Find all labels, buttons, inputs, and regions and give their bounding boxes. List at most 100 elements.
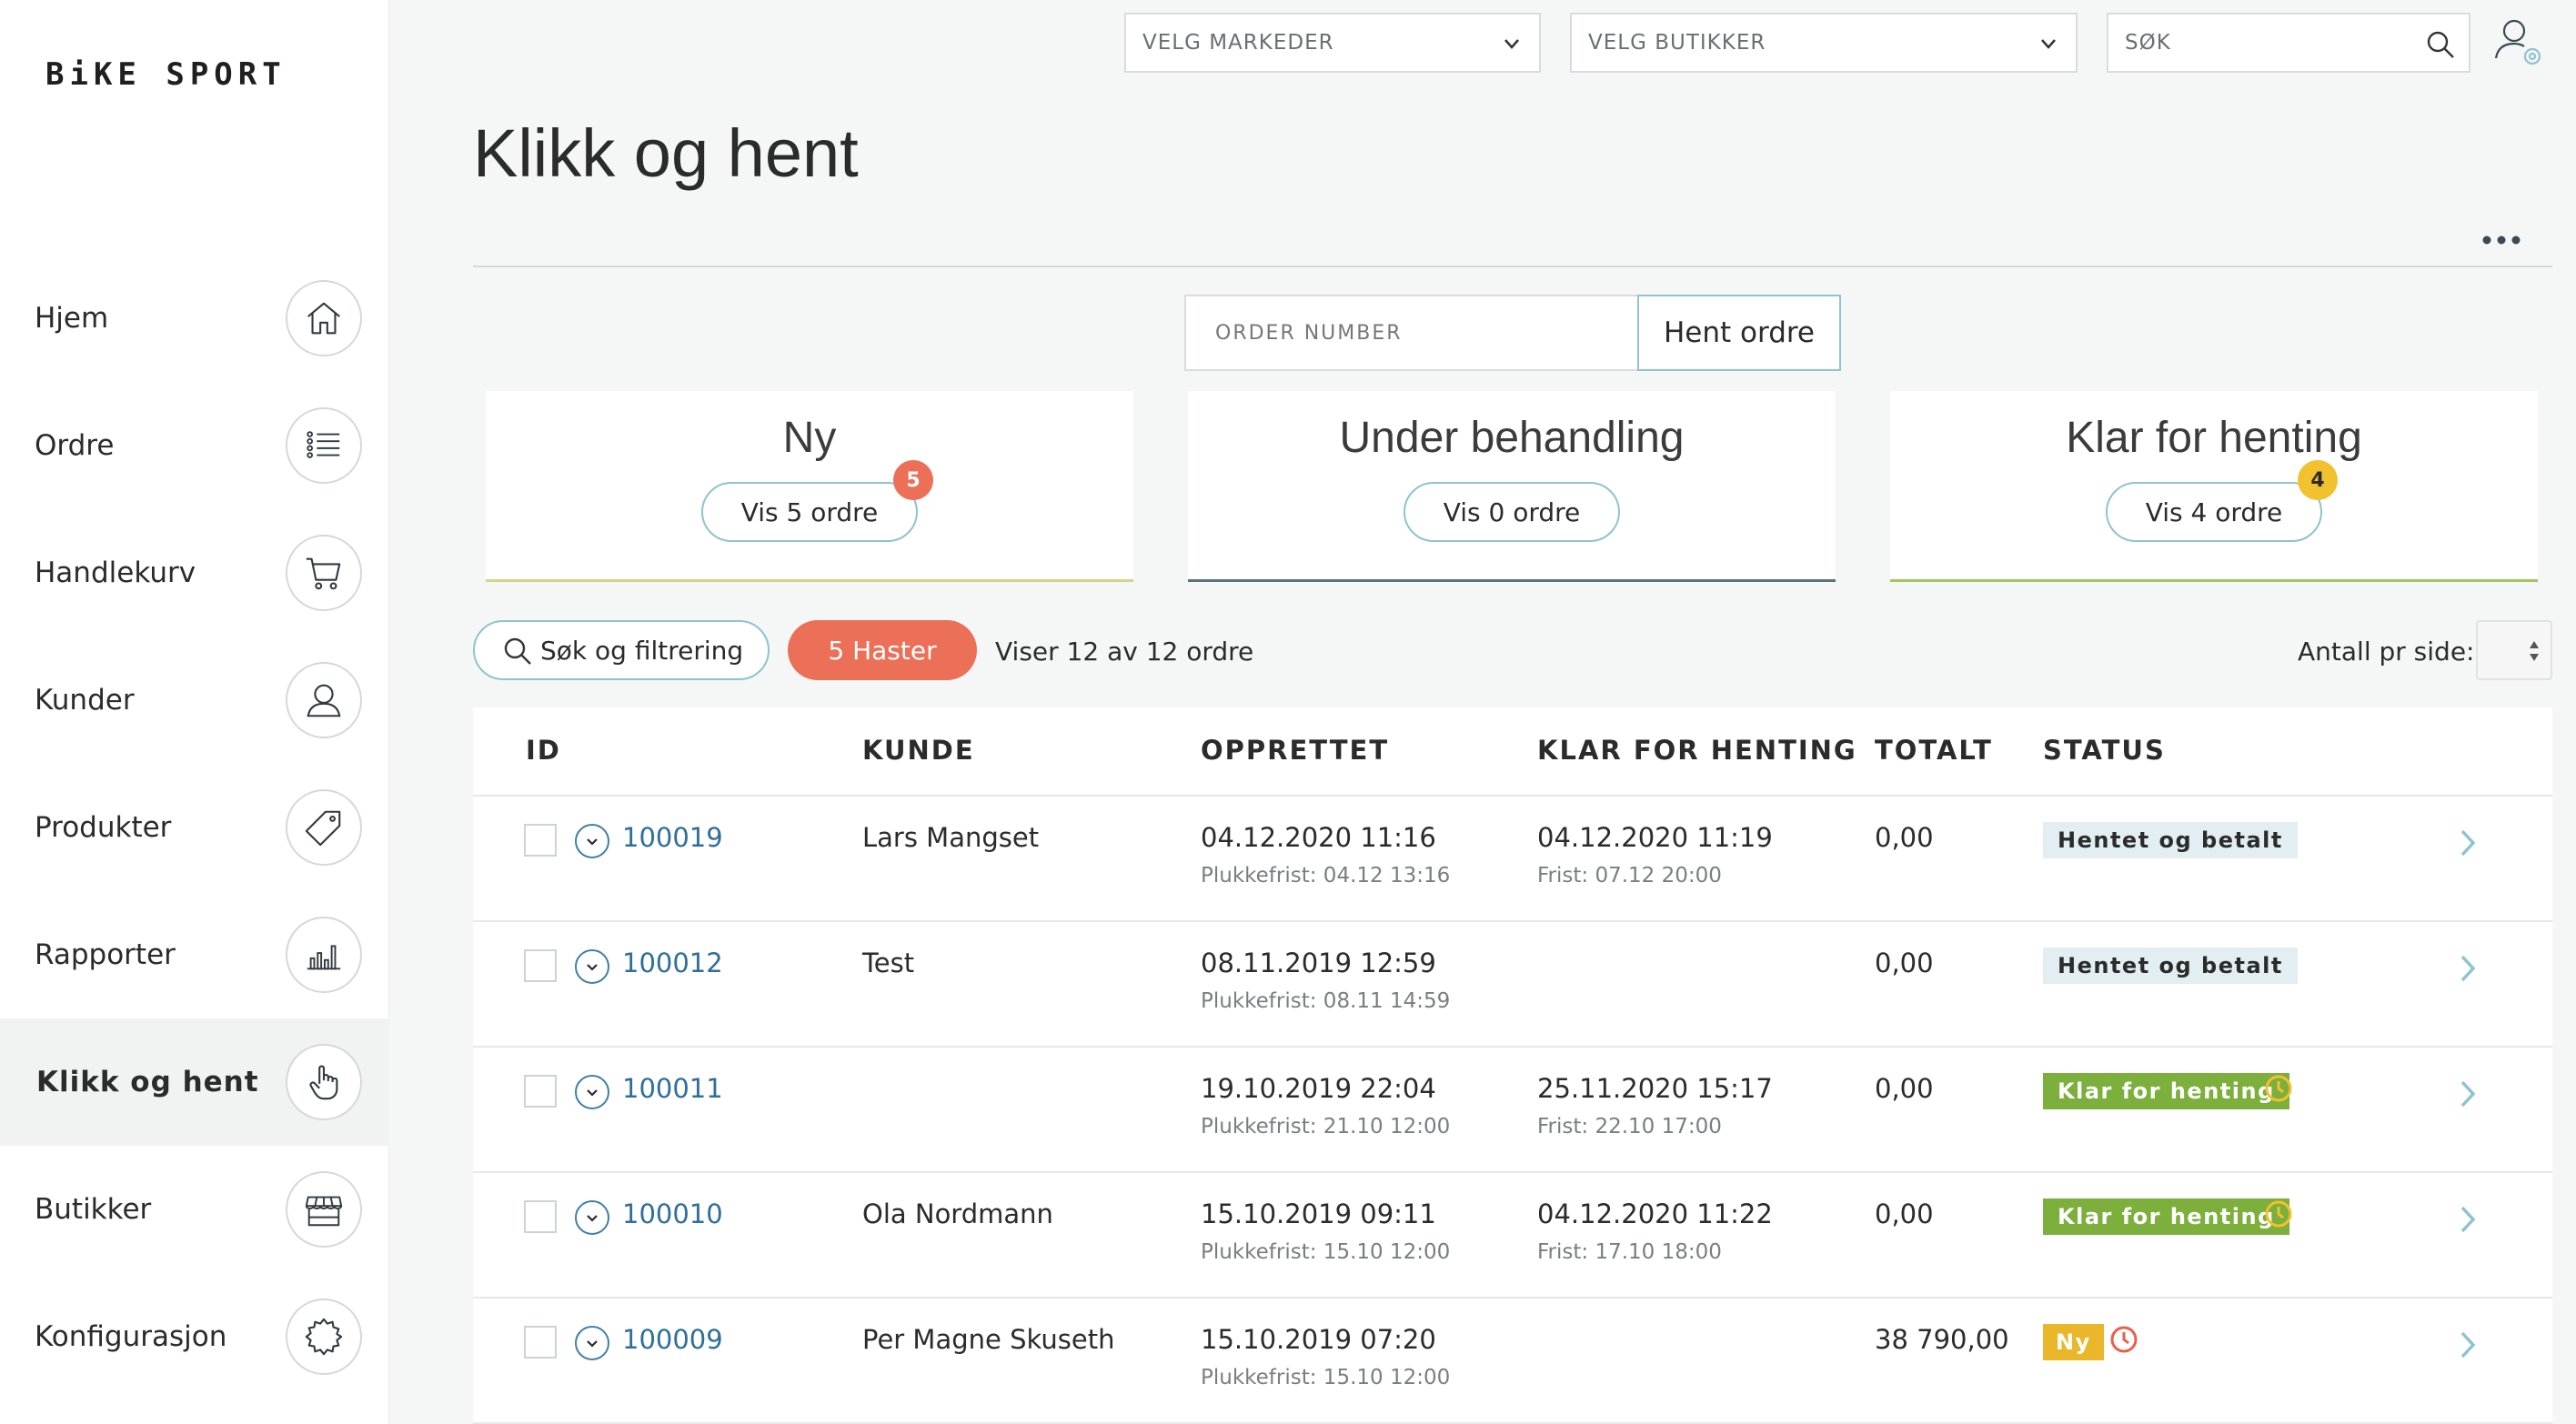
per-page-label: Antall pr side: [2298, 637, 2475, 667]
pick-deadline: Plukkefrist: 15.10 12:00 [1201, 1240, 1451, 1264]
search-input[interactable]: SØK [2107, 13, 2470, 73]
column-header-opprettet[interactable]: OPPRETTET [1201, 735, 1389, 766]
card-underline [1890, 579, 2538, 582]
clock-icon [2110, 1326, 2138, 1353]
table-row[interactable]: 100009 Per Magne Skuseth 15.10.2019 07:2… [473, 1299, 2552, 1424]
sidebar-item-hjem[interactable]: Hjem [0, 255, 389, 382]
sidebar-item-label: Handlekurv [35, 557, 196, 589]
brand-logo[interactable]: BiKE SPORT [45, 56, 287, 93]
count-badge: 5 [893, 460, 933, 500]
expand-row-button[interactable] [575, 824, 609, 858]
expand-row-button[interactable] [575, 949, 609, 984]
order-total: 0,00 [1875, 1073, 1934, 1104]
expand-row-button[interactable] [575, 1200, 609, 1235]
expand-row-button[interactable] [575, 1326, 609, 1360]
table-header: ID KUNDE OPPRETTET KLAR FOR HENTING TOTA… [473, 707, 2552, 797]
stores-select[interactable]: VELG BUTIKKER [1570, 13, 2078, 73]
row-checkbox[interactable] [524, 1075, 557, 1108]
order-id-link[interactable]: 100009 [622, 1324, 723, 1355]
customer-name: Lars Mangset [862, 822, 1040, 853]
created-date: 04.12.2020 11:16 [1201, 822, 1436, 853]
search-placeholder: SØK [2125, 31, 2171, 55]
chevron-right-icon[interactable] [2458, 1078, 2478, 1109]
show-orders-button[interactable]: Vis 4 ordre [2106, 482, 2322, 542]
chevron-down-icon [587, 838, 598, 846]
sidebar-nav: Hjem Ordre Handlekurv Kunder Produkter R… [0, 255, 389, 1400]
sidebar-item-produkter[interactable]: Produkter [0, 764, 389, 891]
card-title: Ny [782, 414, 837, 462]
chevron-right-icon[interactable] [2458, 1329, 2478, 1360]
show-orders-button[interactable]: Vis 5 ordre [701, 482, 918, 542]
table-row[interactable]: 100012 Test 08.11.2019 12:59 Plukkefrist… [473, 922, 2552, 1048]
chevron-right-icon[interactable] [2458, 953, 2478, 984]
header-divider [473, 266, 2552, 267]
clock-icon [2265, 1200, 2292, 1228]
order-total: 0,00 [1875, 948, 1934, 978]
chevron-down-icon [2041, 39, 2056, 49]
created-date: 08.11.2019 12:59 [1201, 948, 1436, 978]
order-number-input[interactable]: ORDER NUMBER [1184, 295, 1639, 371]
sidebar-item-butikker[interactable]: Butikker [0, 1146, 389, 1273]
order-id-link[interactable]: 100011 [622, 1073, 723, 1104]
show-orders-button[interactable]: Vis 0 ordre [1404, 482, 1620, 542]
status-badge: Klar for henting [2043, 1073, 2289, 1109]
ready-date: 04.12.2020 11:19 [1537, 822, 1773, 853]
sidebar-item-kunder[interactable]: Kunder [0, 637, 389, 764]
search-icon [504, 637, 531, 665]
sidebar-item-konfigurasjon[interactable]: Konfigurasjon [0, 1273, 389, 1400]
customer-name: Test [862, 948, 915, 978]
chevron-down-icon [1504, 39, 1519, 49]
chevron-right-icon[interactable] [2458, 1204, 2478, 1235]
table-row[interactable]: 100011 19.10.2019 22:04 Plukkefrist: 21.… [473, 1048, 2552, 1173]
store-icon [286, 1171, 362, 1248]
more-options-icon[interactable] [2481, 233, 2521, 247]
pickup-deadline: Frist: 17.10 18:00 [1537, 1240, 1722, 1264]
home-icon [286, 280, 362, 356]
column-header-kunde[interactable]: KUNDE [862, 735, 975, 766]
count-badge: 4 [2298, 460, 2338, 500]
column-header-totalt[interactable]: TOTALT [1875, 735, 1993, 766]
sidebar-item-rapporter[interactable]: Rapporter [0, 891, 389, 1018]
created-date: 15.10.2019 09:11 [1201, 1198, 1436, 1229]
search-filter-button[interactable]: Søk og filtrering [473, 620, 770, 680]
fetch-order-button[interactable]: Hent ordre [1637, 295, 1841, 371]
status-badge: Klar for henting [2043, 1198, 2289, 1235]
order-id-link[interactable]: 100012 [622, 948, 723, 978]
order-id-link[interactable]: 100010 [622, 1198, 723, 1229]
sidebar-item-ordre[interactable]: Ordre [0, 382, 389, 509]
cart-icon [286, 535, 362, 611]
chevron-down-icon [587, 1340, 598, 1348]
sidebar-item-klikk-og-hent[interactable]: Klikk og hent [0, 1018, 389, 1146]
order-id-link[interactable]: 100019 [622, 822, 723, 853]
table-row[interactable]: 100019 Lars Mangset 04.12.2020 11:16 Plu… [473, 797, 2552, 922]
expand-row-button[interactable] [575, 1075, 609, 1109]
column-header-klar[interactable]: KLAR FOR HENTING [1537, 735, 1857, 766]
table-row[interactable]: 100010 Ola Nordmann 15.10.2019 09:11 Plu… [473, 1173, 2552, 1299]
sidebar-item-handlekurv[interactable]: Handlekurv [0, 509, 389, 637]
card-underline [1188, 579, 1836, 582]
chevron-right-icon[interactable] [2458, 827, 2478, 858]
column-header-id[interactable]: ID [526, 735, 561, 766]
hand-pointer-icon [286, 1044, 362, 1120]
urgent-filter-button[interactable]: 5 Haster [788, 620, 977, 680]
created-date: 19.10.2019 22:04 [1201, 1073, 1436, 1104]
ready-date: 04.12.2020 11:22 [1537, 1198, 1773, 1229]
sidebar-item-label: Klikk og hent [36, 1066, 259, 1098]
row-checkbox[interactable] [524, 949, 557, 982]
markets-select[interactable]: VELG MARKEDER [1124, 13, 1541, 73]
row-checkbox[interactable] [524, 1200, 557, 1233]
row-checkbox[interactable] [524, 1326, 557, 1359]
search-icon[interactable] [2425, 29, 2456, 60]
pick-deadline: Plukkefrist: 08.11 14:59 [1201, 989, 1451, 1013]
result-count: Viser 12 av 12 ordre [995, 637, 1254, 667]
status-card-klar-for-henting: Klar for henting Vis 4 ordre 4 [1890, 391, 2538, 582]
user-account-icon[interactable] [2494, 16, 2543, 67]
stores-select-label: VELG BUTIKKER [1588, 31, 1766, 55]
card-title: Klar for henting [2066, 414, 2362, 462]
row-checkbox[interactable] [524, 824, 557, 857]
column-header-status[interactable]: STATUS [2043, 735, 2166, 766]
status-card-under-behandling: Under behandling Vis 0 ordre [1188, 391, 1836, 582]
per-page-select[interactable] [2476, 620, 2552, 680]
card-title: Under behandling [1339, 414, 1685, 462]
markets-select-label: VELG MARKEDER [1142, 31, 1334, 55]
